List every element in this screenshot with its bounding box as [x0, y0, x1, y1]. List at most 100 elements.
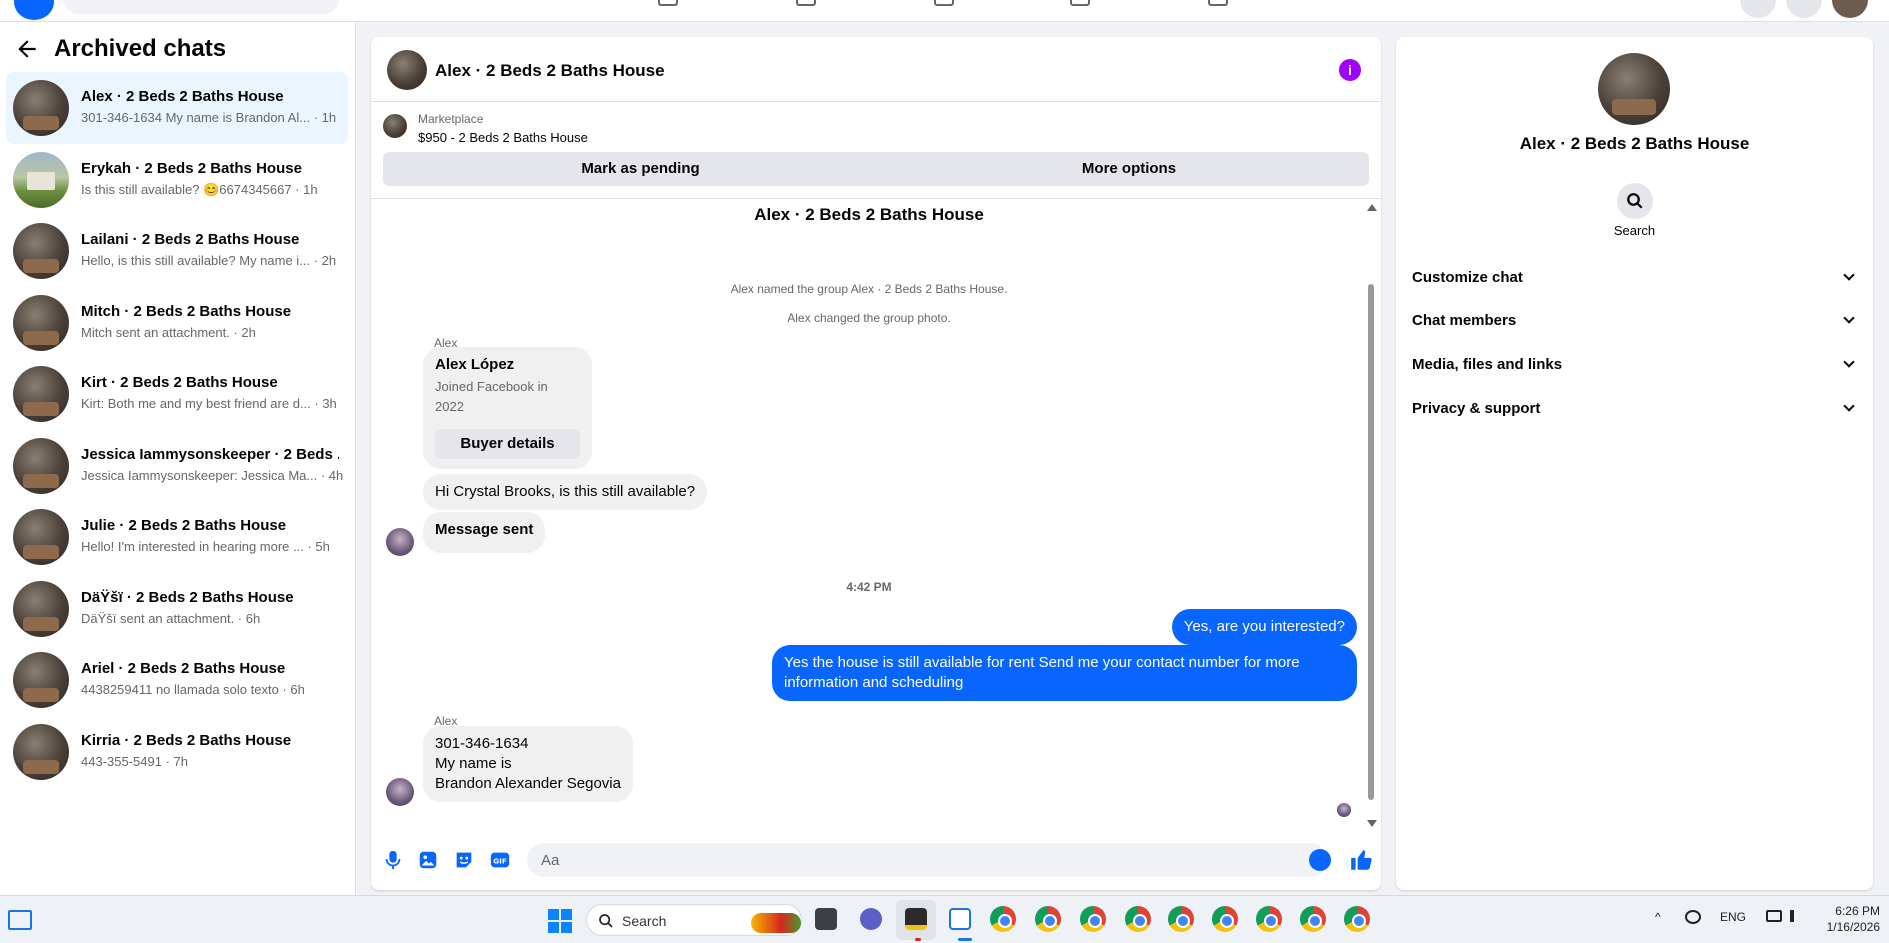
sticker-icon[interactable]: [453, 849, 475, 871]
facebook-logo-icon[interactable]: [14, 0, 54, 20]
group-title: Alex · 2 Beds 2 Baths House: [754, 205, 984, 224]
photo-attach-icon[interactable]: [417, 849, 439, 871]
chrome-profile-icon[interactable]: [1168, 906, 1194, 932]
chat-item-ariel[interactable]: Ariel · 2 Beds 2 Baths House 4438259411 …: [6, 644, 348, 716]
chat-name: Kirria · 2 Beds 2 Baths House: [81, 731, 292, 749]
chrome-profile-icon[interactable]: [1080, 906, 1106, 932]
chat-item-erykah[interactable]: Erykah · 2 Beds 2 Baths House Is this st…: [6, 144, 348, 216]
chat-preview: 4438259411 no llamada solo texto · 6h: [81, 682, 305, 697]
search-label: Search: [1613, 223, 1656, 238]
message-composer: GIF: [371, 837, 1381, 887]
volume-icon[interactable]: [1790, 910, 1802, 922]
cloud-offline-icon[interactable]: [1685, 910, 1701, 924]
chat-item-kirria[interactable]: Kirria · 2 Beds 2 Baths House 443-355-54…: [6, 716, 348, 788]
video-nav-icon[interactable]: [796, 0, 816, 6]
notifications-icon[interactable]: [1786, 0, 1822, 18]
groups-nav-icon[interactable]: [1070, 0, 1090, 6]
taskbar-search[interactable]: Search: [586, 904, 802, 936]
scroll-up-arrow-icon[interactable]: [1367, 204, 1377, 211]
chat-name: Erykah · 2 Beds 2 Baths House: [81, 159, 302, 177]
chrome-profile-icon[interactable]: [1300, 906, 1326, 932]
thumbs-up-icon[interactable]: [1349, 847, 1375, 873]
listing-thumbnail[interactable]: [383, 114, 407, 138]
windows-start-icon[interactable]: [548, 909, 572, 933]
language-indicator[interactable]: ENG: [1720, 910, 1746, 924]
chat-avatar: [13, 294, 69, 351]
chat-members-section[interactable]: Chat members: [1412, 300, 1857, 340]
seen-indicator-avatar: [1337, 803, 1351, 817]
customize-chat-section[interactable]: Customize chat: [1412, 257, 1857, 297]
chat-name: Alex · 2 Beds 2 Baths House: [81, 88, 284, 105]
marketplace-label: Marketplace: [418, 112, 484, 126]
listing-title[interactable]: $950 - 2 Beds 2 Baths House: [418, 130, 588, 145]
chevron-down-icon: [1843, 400, 1855, 412]
chrome-icon[interactable]: [990, 906, 1016, 932]
chat-name: Ariel · 2 Beds 2 Baths House: [81, 660, 286, 677]
timestamp-separator: 4:42 PM: [846, 580, 892, 594]
system-clock[interactable]: 6:26 PM 1/16/2026: [1820, 903, 1880, 935]
gif-icon[interactable]: GIF: [489, 849, 511, 871]
message-input[interactable]: [527, 843, 1327, 877]
incoming-message: 301-346-1634 My name is Brandon Alexande…: [423, 726, 633, 802]
chat-info-avatar[interactable]: [1598, 53, 1670, 125]
emoji-icon[interactable]: [1309, 849, 1331, 871]
back-arrow-icon[interactable]: [12, 34, 42, 64]
taskbar-search-label: Search: [622, 913, 667, 929]
chat-list: Alex · 2 Beds 2 Baths House 301-346-1634…: [6, 72, 348, 787]
task-view-icon[interactable]: [815, 908, 837, 930]
chat-item-kirt[interactable]: Kirt · 2 Beds 2 Baths House Kirt: Both m…: [6, 358, 348, 430]
profile-avatar[interactable]: [1832, 0, 1868, 18]
message-line: My name is: [435, 755, 512, 772]
gaming-nav-icon[interactable]: [1208, 0, 1228, 6]
chat-preview: Hello, is this still available? My name …: [81, 253, 337, 268]
message-scrollbar[interactable]: [1365, 199, 1377, 831]
chat-avatar: [13, 366, 69, 422]
marketplace-nav-icon[interactable]: [934, 0, 954, 6]
home-nav-icon[interactable]: [658, 0, 678, 6]
sticky-notes-icon[interactable]: [905, 908, 927, 930]
incoming-message: Message sent: [423, 512, 546, 553]
chrome-profile-icon[interactable]: [1256, 906, 1282, 932]
incoming-message: Hi Crystal Brooks, is this still availab…: [423, 474, 708, 510]
chat-item-mitch[interactable]: Mitch · 2 Beds 2 Baths House Mitch sent …: [6, 287, 348, 359]
section-label: Chat members: [1412, 312, 1517, 329]
scroll-down-arrow-icon[interactable]: [1367, 820, 1377, 827]
chrome-profile-icon[interactable]: [1125, 906, 1151, 932]
chrome-profile-icon[interactable]: [1344, 906, 1370, 932]
chat-item-julie[interactable]: Julie · 2 Beds 2 Baths House Hello! I'm …: [6, 501, 348, 573]
chrome-profile-icon[interactable]: [1035, 906, 1061, 932]
outgoing-message: Yes, are you interested?: [1171, 609, 1357, 645]
chrome-profile-icon[interactable]: [1212, 906, 1238, 932]
active-indicator: [915, 938, 921, 941]
facebook-search-bar[interactable]: [62, 0, 340, 14]
scroll-thumb[interactable]: [1368, 284, 1374, 800]
chat-item-jessica[interactable]: Jessica Iammysonskeeper · 2 Beds ... Jes…: [6, 430, 348, 502]
chat-item-daysi[interactable]: DäŸšï · 2 Beds 2 Baths House DäŸšï sent …: [6, 573, 348, 645]
widgets-icon[interactable]: [8, 910, 32, 930]
buyer-details-button[interactable]: Buyer details: [435, 429, 580, 459]
section-label: Customize chat: [1412, 269, 1523, 286]
search-in-chat-button[interactable]: [1617, 183, 1653, 219]
teams-icon[interactable]: [860, 908, 882, 930]
more-options-button[interactable]: More options: [889, 152, 1369, 186]
media-files-links-section[interactable]: Media, files and links: [1412, 344, 1857, 384]
conversation-title[interactable]: Alex · 2 Beds 2 Baths House: [435, 61, 665, 81]
info-icon[interactable]: i: [1339, 59, 1361, 81]
chat-item-alex[interactable]: Alex · 2 Beds 2 Baths House 301-346-1634…: [6, 72, 348, 144]
section-label: Privacy & support: [1412, 400, 1541, 417]
chat-item-lailani[interactable]: Lailani · 2 Beds 2 Baths House Hello, is…: [6, 215, 348, 287]
privacy-support-section[interactable]: Privacy & support: [1412, 388, 1857, 428]
network-icon[interactable]: [1766, 910, 1782, 922]
chat-preview: 443-355-5491 · 7h: [81, 753, 188, 769]
chevron-up-icon[interactable]: ^: [1655, 910, 1661, 924]
chat-avatar: [13, 723, 69, 780]
snipping-tool-icon[interactable]: [949, 908, 971, 930]
menu-grid-icon[interactable]: [1740, 0, 1776, 18]
microphone-icon[interactable]: [382, 849, 404, 871]
message-thread[interactable]: Alex · 2 Beds 2 Baths House Alex named t…: [371, 199, 1381, 831]
system-message: Alex changed the group photo.: [787, 311, 951, 325]
chat-info-name: Alex · 2 Beds 2 Baths House: [1519, 134, 1750, 153]
chat-avatar: [13, 652, 69, 708]
mark-as-pending-button[interactable]: Mark as pending: [383, 152, 898, 186]
conversation-avatar[interactable]: [387, 50, 427, 90]
